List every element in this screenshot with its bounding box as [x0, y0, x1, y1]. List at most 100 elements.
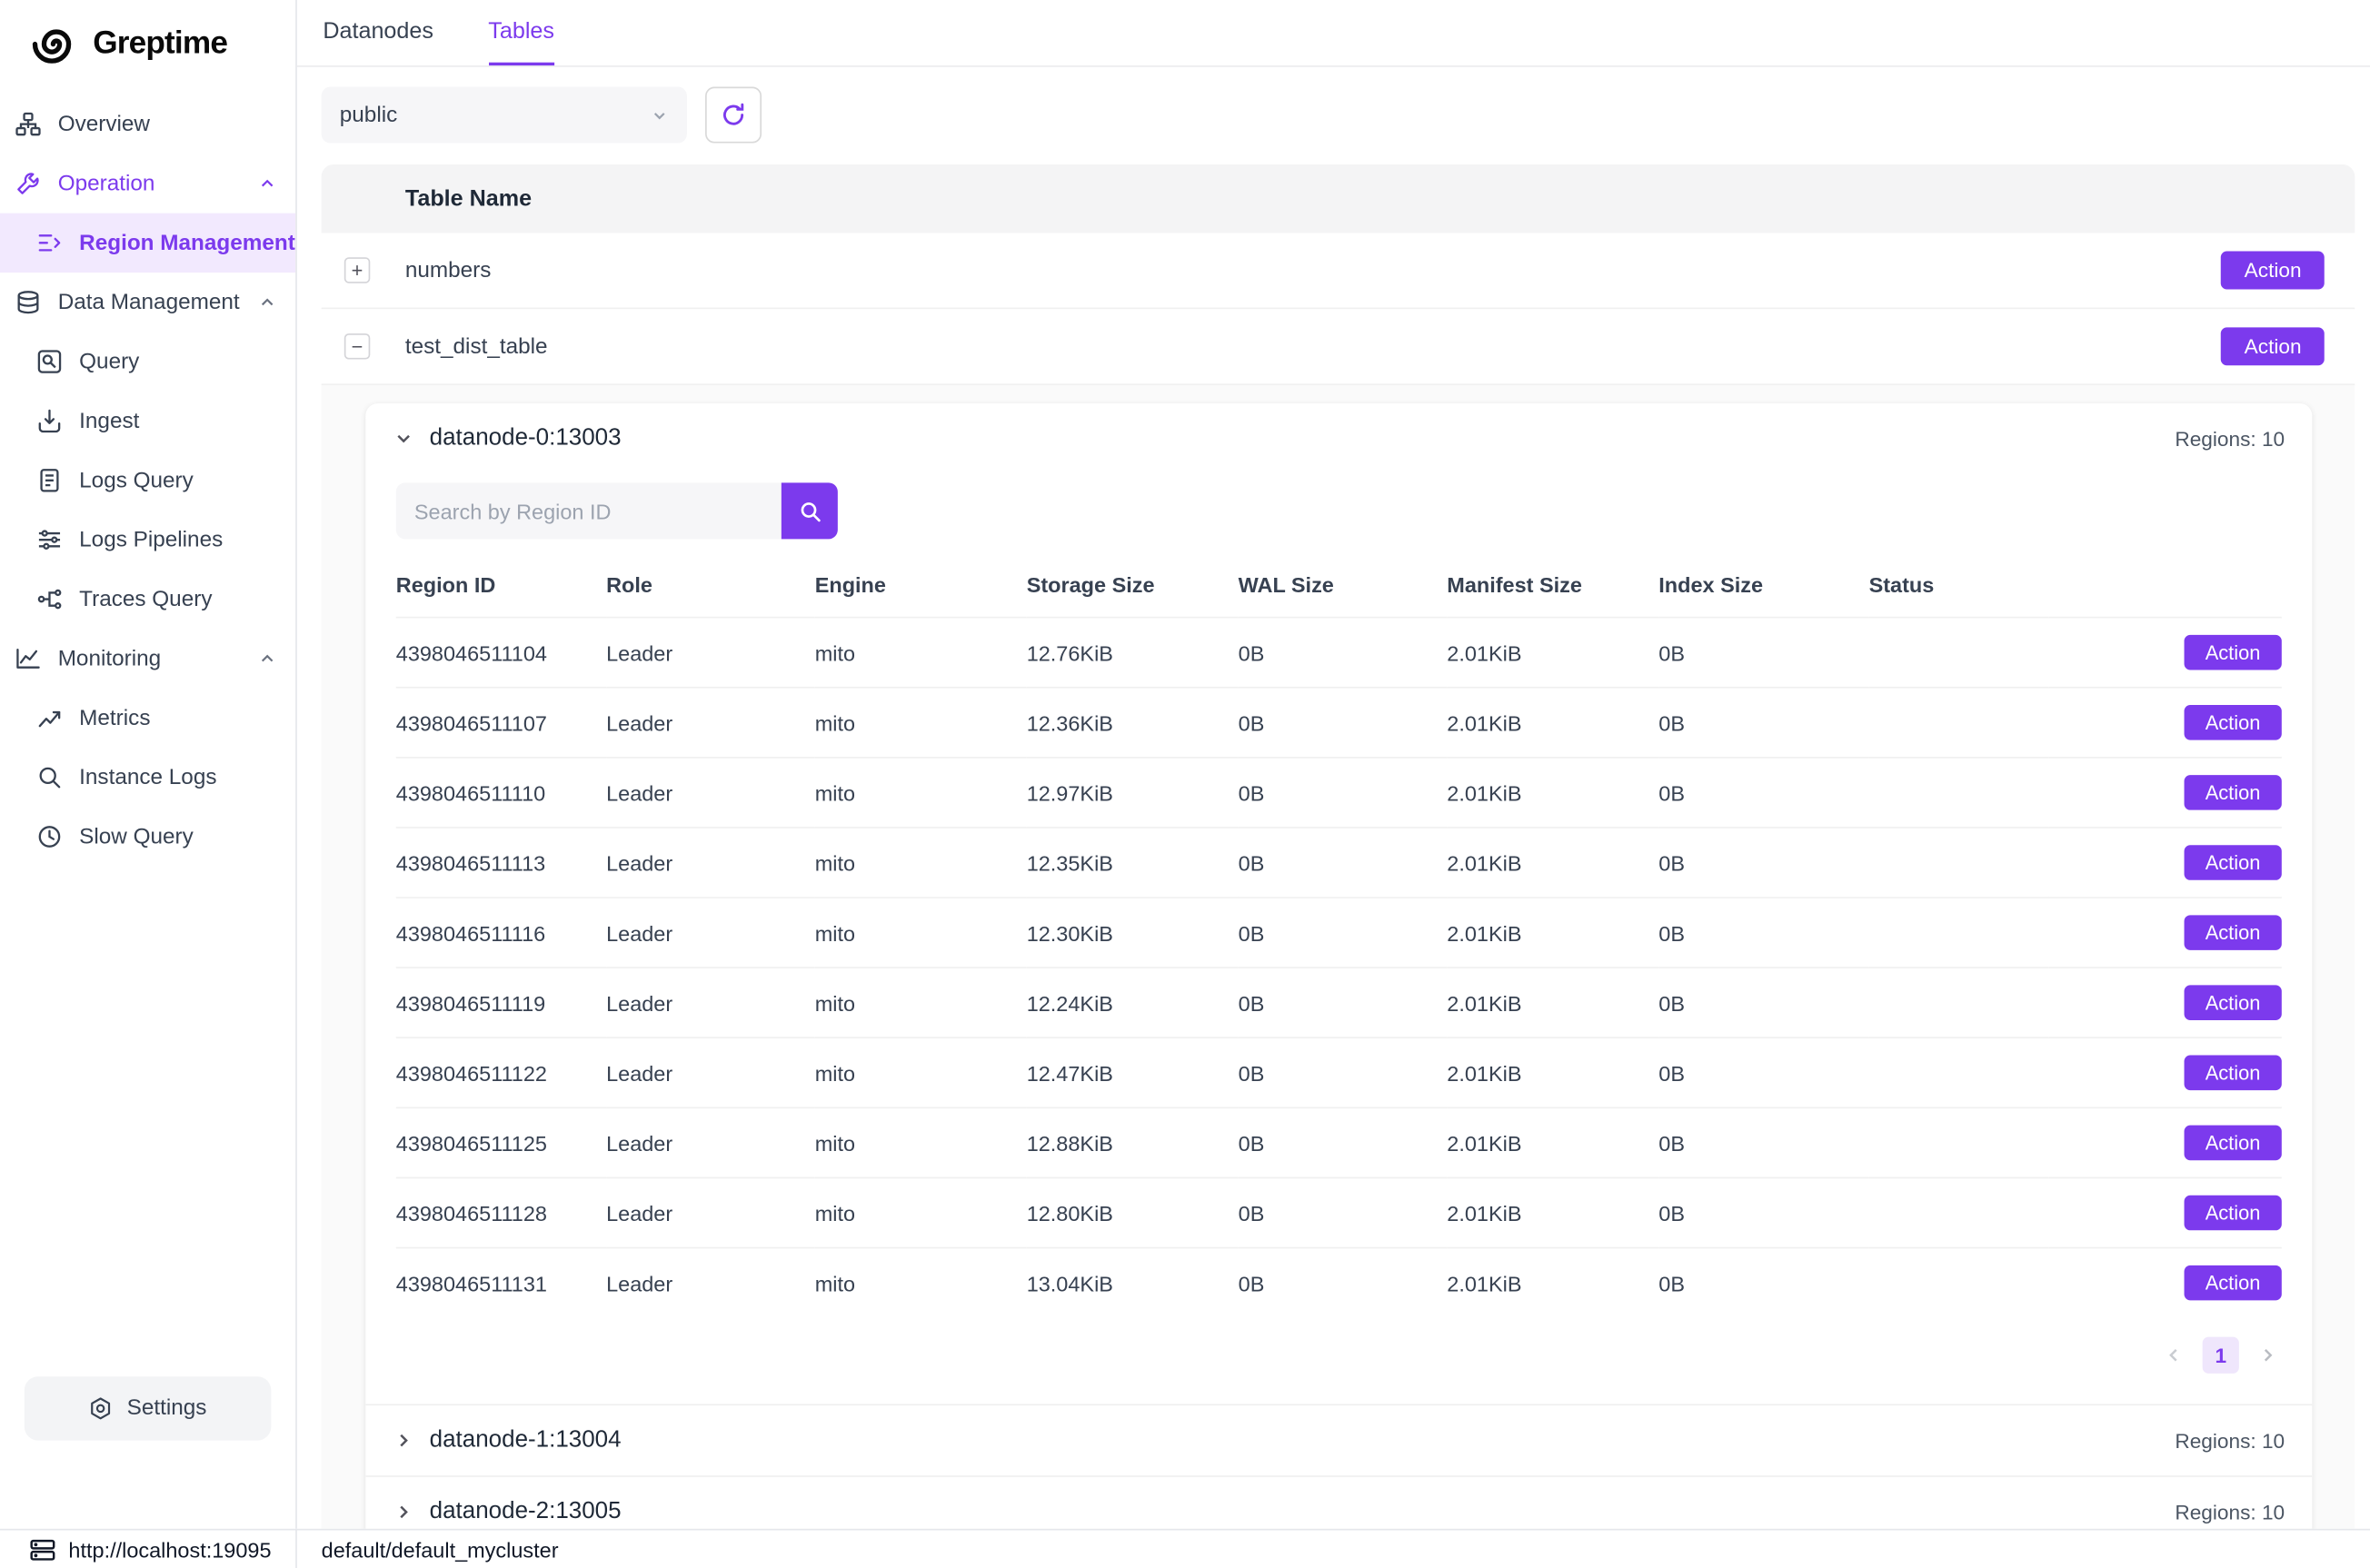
sidebar-item-ingest[interactable]: Ingest [0, 392, 295, 451]
region-cell-manifest-size: 2.01KiB [1447, 618, 1658, 688]
sidebar-item-label: Logs Query [79, 468, 194, 492]
region-cell-action: Action [2048, 898, 2281, 968]
sidebar-item-instance-logs[interactable]: Instance Logs [0, 748, 295, 807]
query-icon [36, 349, 62, 374]
table-row-numbers: + numbers Action [322, 233, 2355, 309]
region-cell-wal-size: 0B [1239, 1037, 1448, 1107]
tab-tables[interactable]: Tables [488, 0, 554, 65]
table-name-column-header: Table Name [405, 185, 532, 211]
table-action-button[interactable]: Action [2222, 327, 2325, 366]
regions-count: Regions: 10 [2175, 1429, 2285, 1452]
region-cell-storage-size: 12.24KiB [1027, 968, 1239, 1037]
region-action-button[interactable]: Action [2184, 1265, 2282, 1301]
region-cell-status [1869, 618, 2049, 688]
region-action-button[interactable]: Action [2184, 915, 2282, 950]
region-cell-status [1869, 828, 2049, 898]
region-column-header: Engine [815, 557, 1027, 617]
datanode-1-header[interactable]: datanode-1:13004 Regions: 10 [365, 1405, 2312, 1475]
region-cell-wal-size: 0B [1239, 828, 1448, 898]
region-cell-engine: mito [815, 968, 1027, 1037]
toolbar: public [297, 67, 2370, 159]
table-name: test_dist_table [405, 334, 548, 359]
region-column-header: Index Size [1658, 557, 1868, 617]
sidebar-section-monitoring[interactable]: Monitoring [0, 629, 295, 688]
datanode-2-header[interactable]: datanode-2:13005 Regions: 10 [365, 1477, 2312, 1529]
greptime-spiral-icon [31, 18, 83, 70]
brand-logo: Greptime [0, 0, 295, 94]
region-cell-manifest-size: 2.01KiB [1447, 758, 1658, 828]
region-cell-region-id: 4398046511104 [396, 618, 606, 688]
region-cell-manifest-size: 2.01KiB [1447, 898, 1658, 968]
region-cell-role: Leader [606, 618, 815, 688]
region-action-button[interactable]: Action [2184, 705, 2282, 740]
region-row: 4398046511110Leadermito12.97KiB0B2.01KiB… [396, 758, 2282, 828]
region-action-button[interactable]: Action [2184, 1126, 2282, 1161]
region-cell-role: Leader [606, 688, 815, 758]
schema-select[interactable]: public [322, 87, 687, 144]
datanode-0-header[interactable]: datanode-0:13003 Regions: 10 [365, 403, 2312, 473]
sidebar-item-logs-pipelines[interactable]: Logs Pipelines [0, 510, 295, 569]
sidebar: Greptime Overview Operation [0, 0, 297, 1529]
expand-icon[interactable]: + [344, 257, 370, 283]
region-row: 4398046511107Leadermito12.36KiB0B2.01KiB… [396, 688, 2282, 758]
ingest-icon [36, 408, 62, 433]
database-icon [15, 289, 41, 314]
chevron-down-icon [393, 428, 413, 449]
region-action-button[interactable]: Action [2184, 775, 2282, 810]
region-cell-region-id: 4398046511131 [396, 1248, 606, 1317]
sidebar-item-slow-query[interactable]: Slow Query [0, 807, 295, 866]
sidebar-item-logs-query[interactable]: Logs Query [0, 451, 295, 510]
regions-count: Regions: 10 [2175, 427, 2285, 450]
table-name: numbers [405, 258, 492, 283]
region-cell-manifest-size: 2.01KiB [1447, 968, 1658, 1037]
sidebar-section-label: Operation [58, 172, 155, 196]
sidebar-item-label: Query [79, 350, 139, 374]
region-search-input[interactable] [396, 482, 782, 539]
region-cell-wal-size: 0B [1239, 1248, 1448, 1317]
sidebar-item-metrics[interactable]: Metrics [0, 689, 295, 748]
pagination-prev-icon[interactable] [2163, 1345, 2184, 1365]
region-action-button[interactable]: Action [2184, 985, 2282, 1020]
settings-button[interactable]: Settings [25, 1376, 272, 1440]
region-column-header: Region ID [396, 557, 606, 617]
sidebar-item-label: Slow Query [79, 825, 194, 849]
sidebar-item-traces-query[interactable]: Traces Query [0, 570, 295, 629]
refresh-button[interactable] [705, 87, 762, 144]
brand-name: Greptime [93, 25, 227, 62]
table-row-test-dist-table: − test_dist_table Action [322, 309, 2355, 385]
region-cell-role: Leader [606, 1248, 815, 1317]
sidebar-item-query[interactable]: Query [0, 332, 295, 391]
sidebar-section-operation[interactable]: Operation [0, 154, 295, 213]
table-action-button[interactable]: Action [2222, 251, 2325, 290]
region-action-button[interactable]: Action [2184, 1196, 2282, 1231]
region-row: 4398046511122Leadermito12.47KiB0B2.01KiB… [396, 1037, 2282, 1107]
region-cell-wal-size: 0B [1239, 968, 1448, 1037]
region-table-body: 4398046511104Leadermito12.76KiB0B2.01KiB… [396, 618, 2282, 1317]
chevron-up-icon [257, 649, 277, 669]
sidebar-item-overview[interactable]: Overview [0, 94, 295, 154]
region-cell-manifest-size: 2.01KiB [1447, 1177, 1658, 1247]
region-cell-engine: mito [815, 1177, 1027, 1247]
datanode-name: datanode-0:13003 [430, 425, 622, 452]
region-cell-wal-size: 0B [1239, 1177, 1448, 1247]
pagination-page-1[interactable]: 1 [2203, 1337, 2239, 1374]
region-management-icon [36, 230, 62, 255]
region-action-button[interactable]: Action [2184, 635, 2282, 670]
region-action-button[interactable]: Action [2184, 845, 2282, 880]
region-cell-region-id: 4398046511116 [396, 898, 606, 968]
region-cell-manifest-size: 2.01KiB [1447, 1037, 1658, 1107]
region-search-button[interactable] [782, 482, 838, 539]
search-icon [36, 764, 62, 789]
region-action-button[interactable]: Action [2184, 1056, 2282, 1091]
pagination-next-icon[interactable] [2257, 1345, 2278, 1365]
collapse-icon[interactable]: − [344, 333, 370, 359]
sidebar-section-data-management[interactable]: Data Management [0, 273, 295, 332]
datanode-section-1: datanode-1:13004 Regions: 10 [365, 1404, 2312, 1475]
tab-datanodes[interactable]: Datanodes [323, 0, 433, 65]
region-row: 4398046511128Leadermito12.80KiB0B2.01KiB… [396, 1177, 2282, 1247]
region-table-header-row: Region IDRoleEngineStorage SizeWAL SizeM… [396, 557, 2282, 617]
region-cell-index-size: 0B [1658, 968, 1868, 1037]
region-cell-manifest-size: 2.01KiB [1447, 688, 1658, 758]
sidebar-item-region-management[interactable]: Region Management [0, 213, 295, 273]
chevron-up-icon [257, 174, 277, 194]
